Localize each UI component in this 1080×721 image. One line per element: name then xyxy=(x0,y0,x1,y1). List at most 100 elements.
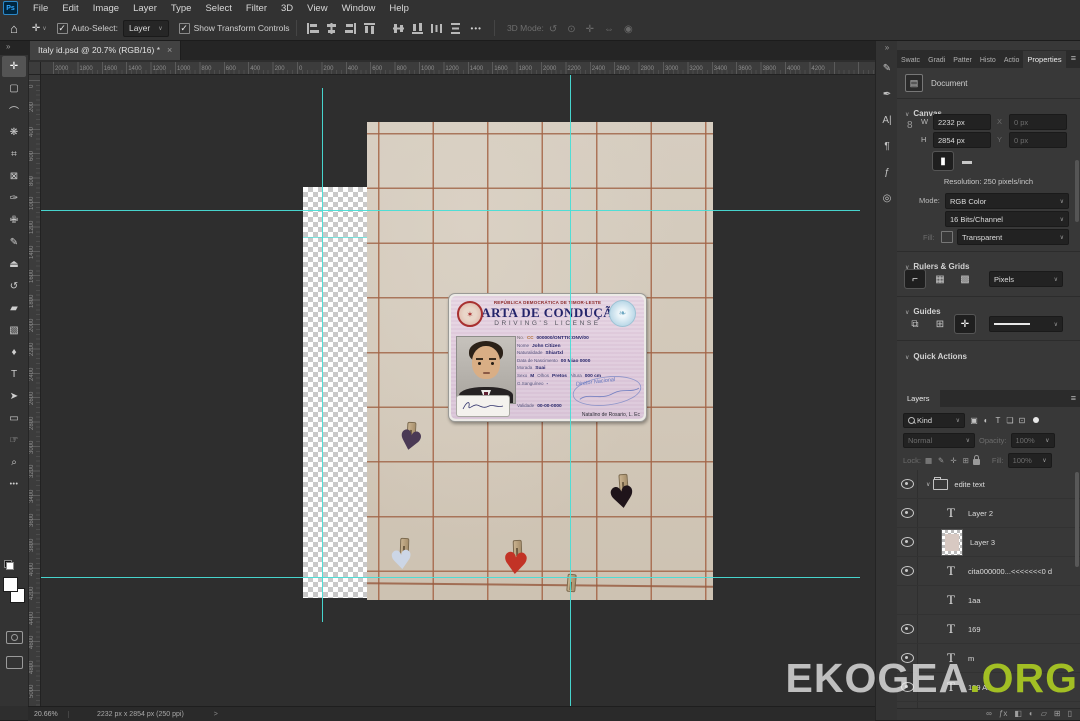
close-icon[interactable]: × xyxy=(167,45,172,55)
crop-tool[interactable]: ⌗ xyxy=(2,144,26,165)
layer-row[interactable]: Tm xyxy=(897,644,1080,673)
layer-visibility-cell[interactable] xyxy=(897,673,918,701)
align-bottom-button[interactable] xyxy=(409,20,426,37)
eye-icon[interactable] xyxy=(900,566,914,576)
align-centers-h-button[interactable] xyxy=(323,20,340,37)
menu-item-help[interactable]: Help xyxy=(382,3,416,14)
eye-icon[interactable] xyxy=(900,537,914,547)
toggle-guides-button[interactable]: ⧉ xyxy=(905,315,925,333)
orientation-landscape-button[interactable]: ▬ xyxy=(957,152,977,170)
distribute-h-button[interactable] xyxy=(428,20,445,37)
link-dimensions-icon[interactable]: 8 xyxy=(907,120,913,131)
healing-brush-tool[interactable]: ✙ xyxy=(2,210,26,231)
menu-item-image[interactable]: Image xyxy=(86,3,126,14)
document-row[interactable]: ▤ Document xyxy=(905,72,1072,94)
width-field[interactable]: 2232 px xyxy=(933,114,991,130)
properties-scrollbar[interactable] xyxy=(1075,160,1079,222)
ruler-units-dropdown[interactable]: Pixels ∨ xyxy=(989,271,1063,287)
orientation-portrait-button[interactable]: ▮ xyxy=(932,151,954,171)
marquee-tool[interactable]: ▢ xyxy=(2,78,26,99)
layer-row[interactable]: Tcita000000...<<<<<<<0 d xyxy=(897,557,1080,586)
eye-icon[interactable] xyxy=(900,682,914,692)
lasso-tool[interactable]: ⌒ xyxy=(2,100,26,121)
document-photo-wall[interactable]: ♥ ♥ ♥ ♥ REPÚBLICA DEMOCRÁTICA DE TIMOR-L… xyxy=(367,122,713,600)
auto-select-dropdown[interactable]: Layer ∨ xyxy=(122,19,169,37)
shape-tool[interactable]: ▭ xyxy=(2,408,26,429)
character-panel-icon[interactable]: A| xyxy=(877,110,897,130)
lock-icon-2[interactable]: ✛ xyxy=(950,456,956,465)
tools-ellipsis[interactable]: ••• xyxy=(2,474,26,495)
clone-source-panel-icon[interactable]: ✒ xyxy=(877,84,897,104)
layer-visibility-cell[interactable] xyxy=(897,470,918,498)
tab-histo[interactable]: Histo xyxy=(976,53,1000,68)
auto-select-checkbox[interactable]: ✓ xyxy=(56,22,68,34)
layer-row[interactable]: T 169 xyxy=(897,615,1080,644)
tab-patter[interactable]: Patter xyxy=(949,53,976,68)
quick-actions-section-header[interactable]: ∨ Quick Actions xyxy=(905,346,967,364)
menu-item-type[interactable]: Type xyxy=(164,3,199,14)
layer-row[interactable]: T Layer 2 xyxy=(897,499,1080,528)
filter-toggle-icon[interactable] xyxy=(1033,417,1039,423)
glyphs-panel-icon[interactable]: ƒ xyxy=(877,162,897,182)
eye-icon[interactable] xyxy=(900,653,914,663)
path-selection-tool[interactable]: ➤ xyxy=(2,386,26,407)
show-transform-checkbox[interactable]: ✓ xyxy=(178,22,190,34)
tab-swatc[interactable]: Swatc xyxy=(897,53,924,68)
layer-visibility-cell[interactable] xyxy=(897,528,918,556)
lock-icon-0[interactable]: ▦ xyxy=(925,456,932,465)
lock-icon-1[interactable]: ✎ xyxy=(938,456,944,465)
toggle-pixel-grid-button[interactable]: ▩ xyxy=(955,270,975,288)
more-options-icon[interactable]: ••• xyxy=(471,24,482,33)
double-chevron-icon[interactable]: » xyxy=(876,43,898,52)
paragraph-panel-icon[interactable]: ¶ xyxy=(877,136,897,156)
chevron-down-icon[interactable]: ∨ xyxy=(926,481,930,488)
guide-style-dropdown[interactable]: ∨ xyxy=(989,316,1063,332)
toggle-smart-guides-button[interactable]: ⊞ xyxy=(930,315,950,333)
guide-vertical[interactable] xyxy=(570,62,571,717)
layer-row[interactable]: Layer 3 xyxy=(897,528,1080,557)
height-field[interactable]: 2854 px xyxy=(933,132,991,148)
toggle-grid-button[interactable]: ▦ xyxy=(930,270,950,288)
layer-row[interactable]: T 1aa xyxy=(897,586,1080,615)
menu-item-view[interactable]: View xyxy=(300,3,334,14)
distribute-v-button[interactable] xyxy=(447,20,464,37)
bit-depth-dropdown[interactable]: 16 Bits/Channel ∨ xyxy=(945,211,1069,227)
layer-row[interactable]: T 129 Ab xyxy=(897,673,1080,702)
zoom-level-field[interactable]: 20.66% xyxy=(34,710,69,718)
clone-stamp-tool[interactable]: ⏏ xyxy=(2,254,26,275)
tab-properties[interactable]: Properties xyxy=(1023,51,1066,68)
type-tool[interactable]: T xyxy=(2,364,26,385)
align-top-button[interactable] xyxy=(361,20,378,37)
menu-item-window[interactable]: Window xyxy=(335,3,383,14)
layer-visibility-cell[interactable] xyxy=(897,615,918,643)
lock-icon-3[interactable]: ⊞ xyxy=(963,456,969,465)
quick-selection-tool[interactable]: ❋ xyxy=(2,122,26,143)
layers-scrollbar[interactable] xyxy=(1075,472,1079,567)
brush-settings-panel-icon[interactable]: ✎ xyxy=(877,58,897,78)
layer-filter-icon-4[interactable]: ⊡ xyxy=(1016,416,1028,425)
layer-mask-icon[interactable]: ◧ xyxy=(1014,709,1022,719)
move-tool-preset-icon[interactable]: ✛ xyxy=(32,23,40,34)
default-colors-icon[interactable] xyxy=(4,560,14,570)
eye-icon[interactable] xyxy=(900,624,914,634)
align-right-button[interactable] xyxy=(342,20,359,37)
link-layers-icon[interactable]: ∞ xyxy=(986,709,992,719)
new-layer-icon[interactable]: ⊞ xyxy=(1054,709,1061,719)
history-brush-tool[interactable]: ↺ xyxy=(2,276,26,297)
photoshop-logo-icon[interactable]: Ps xyxy=(3,1,18,15)
tab-gradi[interactable]: Gradi xyxy=(924,53,949,68)
quick-mask-button[interactable] xyxy=(6,631,23,644)
filter-kind-dropdown[interactable]: Kind ∨ xyxy=(903,412,965,428)
ruler-top[interactable]: 2000 1800 1600 1400 1200 1000 800 600 400 200 0 200… xyxy=(40,62,875,75)
align-centers-v-button[interactable] xyxy=(390,20,407,37)
hand-tool[interactable]: ☞ xyxy=(2,430,26,451)
guide-horizontal[interactable] xyxy=(40,577,860,578)
menu-item-layer[interactable]: Layer xyxy=(126,3,164,14)
layer-row[interactable]: ∨ edite text xyxy=(897,470,1080,499)
layer-filter-icon-1[interactable]: ◐ xyxy=(980,416,992,425)
layer-effects-icon[interactable]: ƒx xyxy=(999,709,1007,719)
tab-actio[interactable]: Actio xyxy=(1000,53,1024,68)
double-chevron-icon[interactable]: » xyxy=(6,42,10,51)
transparency-checkerboard[interactable] xyxy=(303,187,367,598)
libraries-panel-icon[interactable]: ◎ xyxy=(877,188,897,208)
